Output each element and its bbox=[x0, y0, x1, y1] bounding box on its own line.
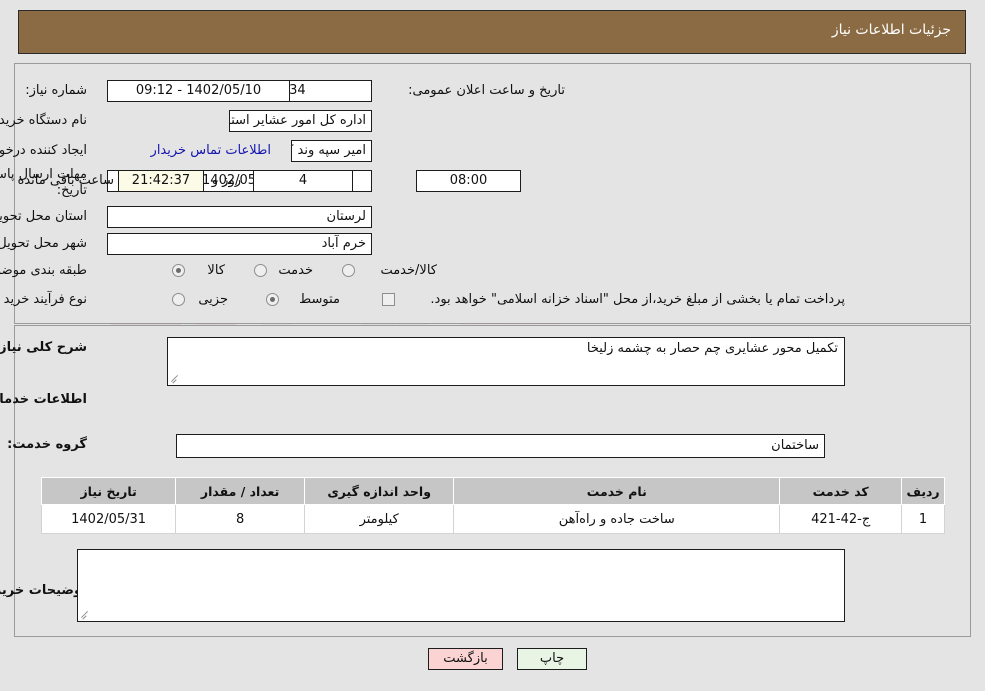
deadline-time-field: 08:00 bbox=[416, 170, 521, 192]
radio-category-kala-label: کالا bbox=[207, 263, 225, 278]
radio-category-kala[interactable] bbox=[172, 264, 185, 277]
buyer-notes-label: توضیحات خریدار: bbox=[0, 583, 87, 598]
radio-category-khedmat[interactable] bbox=[254, 264, 267, 277]
countdown-suffix-label: ساعت باقی مانده bbox=[17, 173, 114, 188]
service-group-field: ساختمان bbox=[176, 434, 825, 458]
table-row: 1 ج-42-421 ساخت جاده و راه‌آهن کیلومتر 8… bbox=[40, 504, 945, 534]
page-title: جزئیات اطلاعات نیاز bbox=[831, 22, 951, 38]
radio-category-kala-khedmat-label: کالا/خدمت bbox=[380, 263, 437, 278]
services-table: ردیف کد خدمت نام خدمت واحد اندازه گیری ت… bbox=[40, 477, 945, 534]
city-field: خرم آباد bbox=[107, 233, 372, 255]
cell-index: 1 bbox=[901, 504, 945, 534]
resize-grip-icon[interactable] bbox=[170, 372, 180, 382]
process-label: نوع فرآیند خرید : bbox=[0, 292, 87, 307]
resize-grip-icon-2[interactable] bbox=[80, 608, 90, 618]
requester-field: امیر سپه وند کاربرداز اداره کل امور عشای… bbox=[291, 140, 372, 162]
category-label: طبقه بندی موضوعی: bbox=[0, 263, 87, 278]
radio-category-khedmat-label: خدمت bbox=[278, 263, 313, 278]
buyer-org-label: نام دستگاه خریدار: bbox=[0, 113, 87, 128]
radio-category-kala-khedmat[interactable] bbox=[342, 264, 355, 277]
cell-date: 1402/05/31 bbox=[40, 504, 177, 534]
window-title-bar: جزئیات اطلاعات نیاز bbox=[18, 10, 966, 54]
requester-label: ایجاد کننده درخواست: bbox=[0, 143, 87, 158]
remaining-days-field: 4 bbox=[253, 170, 353, 192]
need-summary-panel bbox=[14, 63, 971, 324]
need-number-label: شماره نیاز: bbox=[25, 83, 87, 98]
services-info-heading: اطلاعات خدمات مورد نیاز bbox=[0, 392, 87, 407]
service-group-label: گروه خدمت: bbox=[7, 437, 87, 452]
col-header-date: تاریخ نیاز bbox=[40, 477, 177, 505]
cell-code: ج-42-421 bbox=[779, 504, 903, 534]
announce-datetime-field: 1402/05/10 - 09:12 bbox=[107, 80, 290, 102]
buyer-contact-link[interactable]: اطلاعات تماس خریدار bbox=[129, 143, 271, 158]
table-header-row: ردیف کد خدمت نام خدمت واحد اندازه گیری ت… bbox=[40, 477, 945, 505]
back-button[interactable]: بازگشت bbox=[428, 648, 503, 670]
remaining-days-suffix: روز و bbox=[211, 173, 241, 188]
general-desc-label: شرح کلی نیاز: bbox=[0, 340, 87, 355]
buyer-org-field: اداره کل امور عشایر استان لرستان bbox=[229, 110, 372, 132]
buyer-notes-textarea[interactable] bbox=[77, 549, 845, 622]
col-header-code: کد خدمت bbox=[779, 477, 903, 505]
cell-name: ساخت جاده و راه‌آهن bbox=[453, 504, 781, 534]
province-label: استان محل تحویل: bbox=[0, 209, 87, 224]
cell-unit: کیلومتر bbox=[304, 504, 455, 534]
general-desc-textarea[interactable]: تکمیل محور عشایری چم حصار به چشمه زلیخا bbox=[167, 337, 845, 386]
countdown-timer-field: 21:42:37 bbox=[118, 170, 204, 192]
col-header-name: نام خدمت bbox=[453, 477, 781, 505]
page-root: جزئیات اطلاعات نیاز شماره نیاز: 11020040… bbox=[0, 0, 985, 691]
col-header-qty: تعداد / مقدار bbox=[175, 477, 306, 505]
islamic-treasury-text: پرداخت تمام یا بخشی از مبلغ خرید،از محل … bbox=[430, 292, 845, 307]
province-field: لرستان bbox=[107, 206, 372, 228]
cell-qty: 8 bbox=[175, 504, 306, 534]
col-header-unit: واحد اندازه گیری bbox=[304, 477, 455, 505]
announce-datetime-label: تاریخ و ساعت اعلان عمومی: bbox=[408, 83, 565, 98]
city-label: شهر محل تحویل: bbox=[0, 236, 87, 251]
print-button[interactable]: چاپ bbox=[517, 648, 587, 670]
col-header-index: ردیف bbox=[901, 477, 945, 505]
